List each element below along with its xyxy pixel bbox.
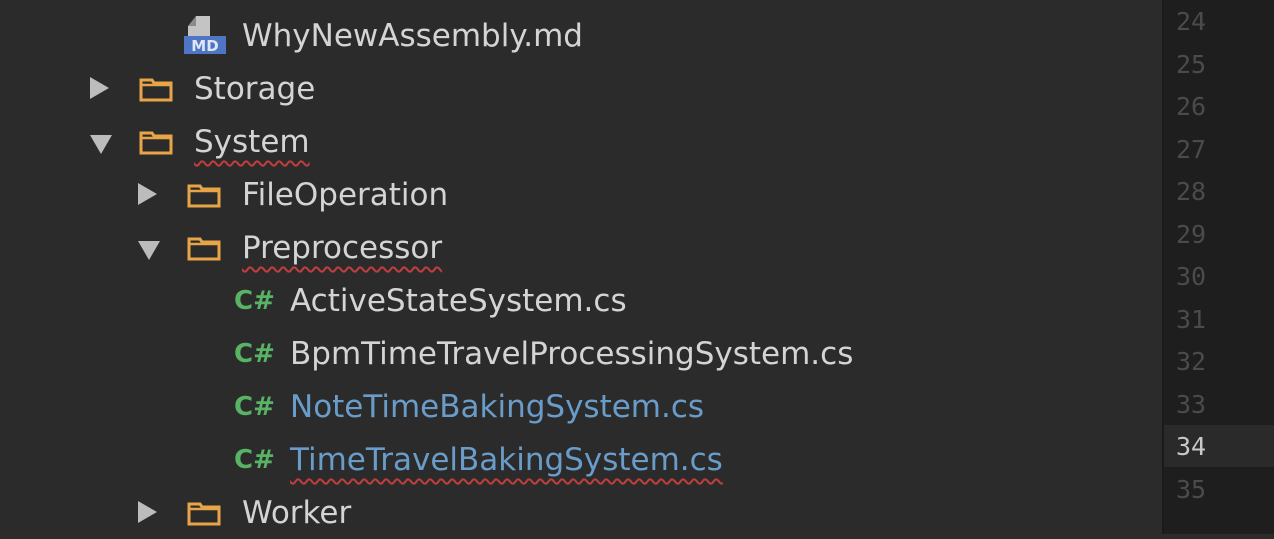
current-line-number: 34 <box>1176 432 1207 461</box>
line-number: 32 <box>1176 347 1207 376</box>
csharp-file-icon: C# <box>234 392 275 422</box>
collapse-arrow-icon[interactable] <box>138 241 160 260</box>
folder-icon <box>187 184 221 208</box>
tree-item-label: Worker <box>242 495 352 531</box>
line-number: 31 <box>1176 305 1207 334</box>
folder-icon <box>187 237 221 261</box>
line-number: 29 <box>1176 220 1207 249</box>
line-number: 28 <box>1176 177 1207 206</box>
project-tree: MD WhyNewAssembly.md Storage System File… <box>0 0 1162 534</box>
line-number: 25 <box>1176 50 1207 79</box>
tree-item-label: NoteTimeBakingSystem.cs <box>290 389 705 425</box>
line-number: 35 <box>1176 475 1207 504</box>
tree-item-label: WhyNewAssembly.md <box>242 18 583 54</box>
tree-item-bpmtimetravelprocessingsystem-cs[interactable]: C# BpmTimeTravelProcessingSystem.cs <box>0 327 1162 380</box>
line-number: 27 <box>1176 135 1207 164</box>
tree-item-system[interactable]: System <box>0 115 1162 168</box>
expand-arrow-icon[interactable] <box>90 77 109 99</box>
tree-item-timetravelbakingsystem-cs[interactable]: C# TimeTravelBakingSystem.cs <box>0 433 1162 486</box>
tree-item-label: TimeTravelBakingSystem.cs <box>290 442 723 478</box>
tree-item-label: ActiveStateSystem.cs <box>290 283 627 319</box>
tree-item-worker[interactable]: Worker <box>0 486 1162 539</box>
expand-arrow-icon[interactable] <box>138 501 157 523</box>
expand-arrow-icon[interactable] <box>138 183 157 205</box>
line-number: 33 <box>1176 390 1207 419</box>
tree-item-notetimebakingsystem-cs[interactable]: C# NoteTimeBakingSystem.cs <box>0 380 1162 433</box>
tree-item-fileoperation[interactable]: FileOperation <box>0 168 1162 221</box>
tree-item-label: Preprocessor <box>242 230 443 266</box>
markdown-icon-text: MD <box>191 37 218 55</box>
markdown-file-icon: MD <box>184 16 226 55</box>
folder-icon <box>139 131 173 155</box>
csharp-file-icon: C# <box>234 286 275 316</box>
tree-item-preprocessor[interactable]: Preprocessor <box>0 221 1162 274</box>
folder-icon <box>139 78 173 102</box>
tree-item-label: System <box>194 124 310 160</box>
tree-item-storage[interactable]: Storage <box>0 62 1162 115</box>
tree-item-activestatesystem-cs[interactable]: C# ActiveStateSystem.cs <box>0 274 1162 327</box>
tree-item-label: BpmTimeTravelProcessingSystem.cs <box>290 336 854 372</box>
csharp-file-icon: C# <box>234 445 275 475</box>
line-number: 30 <box>1176 262 1207 291</box>
tree-item-whynewassembly-md[interactable]: MD WhyNewAssembly.md <box>0 9 1162 62</box>
line-number: 26 <box>1176 92 1207 121</box>
folder-icon <box>187 502 221 526</box>
tree-item-label: FileOperation <box>242 177 449 213</box>
tree-item-label: Storage <box>194 71 316 107</box>
line-number: 24 <box>1176 7 1207 36</box>
csharp-file-icon: C# <box>234 339 275 369</box>
collapse-arrow-icon[interactable] <box>90 135 112 154</box>
